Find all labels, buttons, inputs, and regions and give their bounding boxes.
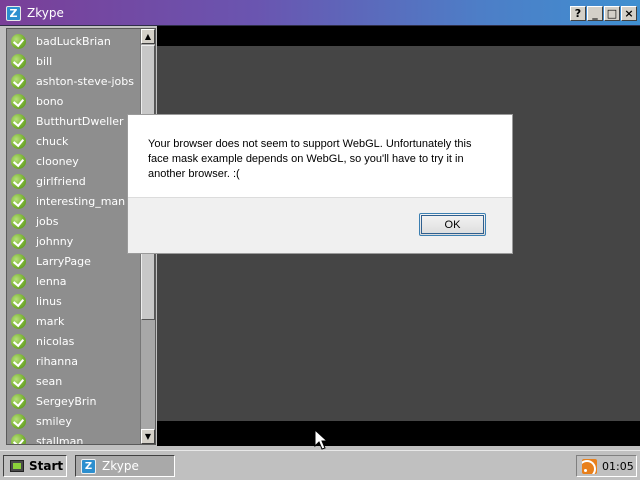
- contact-name: badLuckBrian: [36, 34, 111, 48]
- contact-item[interactable]: linus: [7, 291, 141, 311]
- contact-name: smiley: [36, 414, 72, 428]
- online-status-icon: [11, 273, 26, 289]
- contact-name: bono: [36, 94, 64, 108]
- contact-name: ashton-steve-jobs: [36, 74, 134, 88]
- online-status-icon: [11, 113, 26, 129]
- online-status-icon: [11, 393, 26, 409]
- online-status-icon: [11, 313, 26, 329]
- contact-name: chuck: [36, 134, 69, 148]
- contact-item[interactable]: bono: [7, 91, 141, 111]
- online-status-icon: [11, 433, 26, 444]
- webgl-alert-dialog: Your browser does not seem to support We…: [127, 114, 513, 254]
- contact-item[interactable]: rihanna: [7, 351, 141, 371]
- scroll-down-button[interactable]: ▼: [141, 429, 155, 444]
- ok-button[interactable]: OK: [419, 213, 486, 236]
- taskbar-item-zkype[interactable]: Z Zkype: [75, 455, 175, 477]
- taskbar-item-label: Zkype: [102, 459, 139, 473]
- start-label: Start: [29, 459, 64, 473]
- online-status-icon: [11, 233, 26, 249]
- maximize-button[interactable]: □: [604, 6, 620, 21]
- dialog-body: Your browser does not seem to support We…: [128, 115, 512, 198]
- contact-name: rihanna: [36, 354, 78, 368]
- title-bar[interactable]: Z Zkype ? _ □ ×: [0, 0, 640, 26]
- contact-item[interactable]: ashton-steve-jobs: [7, 71, 141, 91]
- contact-name: ButthurtDweller: [36, 114, 124, 128]
- contact-name: girlfriend: [36, 174, 86, 188]
- contact-item[interactable]: SergeyBrin: [7, 391, 141, 411]
- rss-icon[interactable]: [582, 458, 597, 474]
- clock: 01:05: [602, 459, 634, 473]
- system-tray: 01:05: [576, 455, 637, 477]
- dialog-message: Your browser does not seem to support We…: [148, 138, 472, 180]
- online-status-icon: [11, 153, 26, 169]
- online-status-icon: [11, 173, 26, 189]
- start-button[interactable]: Start: [3, 455, 67, 477]
- contact-name: nicolas: [36, 334, 75, 348]
- app-logo-icon: Z: [6, 6, 21, 21]
- contact-item[interactable]: lenna: [7, 271, 141, 291]
- online-status-icon: [11, 193, 26, 209]
- contact-name: lenna: [36, 274, 67, 288]
- online-status-icon: [11, 253, 26, 269]
- contact-name: jobs: [36, 214, 59, 228]
- contact-item[interactable]: johnny: [7, 231, 141, 251]
- contact-item[interactable]: girlfriend: [7, 171, 141, 191]
- contact-name: LarryPage: [36, 254, 91, 268]
- online-status-icon: [11, 93, 26, 109]
- online-status-icon: [11, 373, 26, 389]
- contact-name: linus: [36, 294, 62, 308]
- online-status-icon: [11, 413, 26, 429]
- online-status-icon: [11, 213, 26, 229]
- contact-list: badLuckBrian bill ashton-steve-jobs bono But…: [7, 31, 141, 445]
- contact-item[interactable]: jobs: [7, 211, 141, 231]
- zkype-icon: Z: [81, 458, 96, 474]
- contact-item[interactable]: LarryPage: [7, 251, 141, 271]
- contact-name: stallman: [36, 434, 84, 445]
- contact-name: mark: [36, 314, 65, 328]
- contact-item[interactable]: chuck: [7, 131, 141, 151]
- contact-name: johnny: [36, 234, 74, 248]
- taskbar: Start Z Zkype 01:05: [0, 450, 640, 480]
- online-status-icon: [11, 53, 26, 69]
- contact-item[interactable]: clooney: [7, 151, 141, 171]
- mouse-cursor-icon: [314, 429, 328, 450]
- contact-item[interactable]: ButthurtDweller: [7, 111, 141, 131]
- contact-item[interactable]: mark: [7, 311, 141, 331]
- contact-name: clooney: [36, 154, 79, 168]
- start-icon: [10, 460, 24, 472]
- contact-item[interactable]: interesting_man: [7, 191, 141, 211]
- online-status-icon: [11, 133, 26, 149]
- contact-item[interactable]: stallman: [7, 431, 141, 445]
- contact-name: SergeyBrin: [36, 394, 97, 408]
- minimize-button[interactable]: _: [587, 6, 603, 21]
- online-status-icon: [11, 73, 26, 89]
- online-status-icon: [11, 333, 26, 349]
- contact-name: bill: [36, 54, 53, 68]
- online-status-icon: [11, 353, 26, 369]
- contact-item[interactable]: badLuckBrian: [7, 31, 141, 51]
- window-title: Zkype: [27, 6, 64, 20]
- scroll-up-button[interactable]: ▲: [141, 29, 155, 44]
- contact-item[interactable]: nicolas: [7, 331, 141, 351]
- close-button[interactable]: ×: [621, 6, 637, 21]
- online-status-icon: [11, 293, 26, 309]
- contact-item[interactable]: bill: [7, 51, 141, 71]
- contact-name: sean: [36, 374, 63, 388]
- online-status-icon: [11, 33, 26, 49]
- contact-item[interactable]: sean: [7, 371, 141, 391]
- contact-name: interesting_man: [36, 194, 126, 208]
- contact-item[interactable]: smiley: [7, 411, 141, 431]
- help-button[interactable]: ?: [570, 6, 586, 21]
